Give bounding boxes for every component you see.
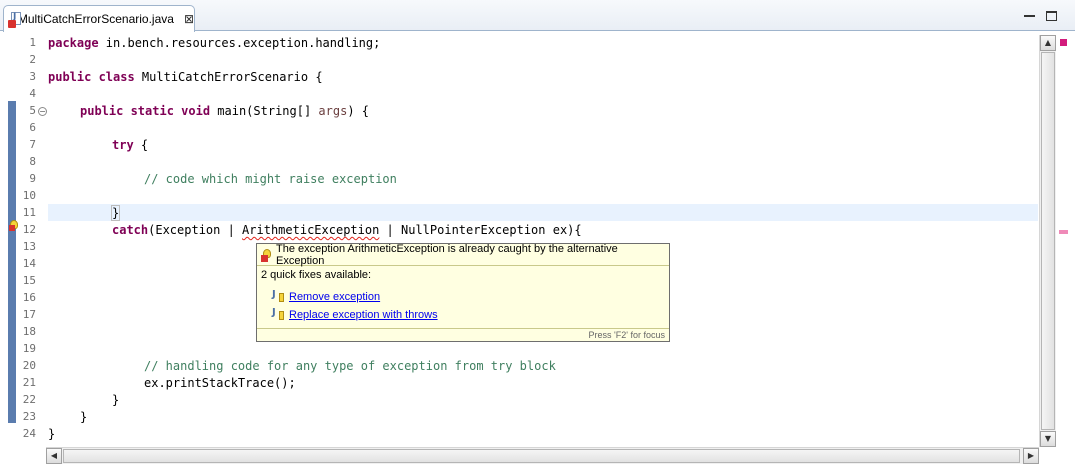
line-number: 11 bbox=[22, 206, 36, 219]
line-number: 10 bbox=[22, 189, 36, 202]
line-number: 6 bbox=[29, 121, 36, 134]
java-fix-icon: J bbox=[272, 289, 286, 304]
quick-fix-remove-exception[interactable]: J Remove exception bbox=[257, 288, 669, 306]
line-number: 22 bbox=[22, 393, 36, 406]
line-number: 21 bbox=[22, 376, 36, 389]
minimize-icon[interactable] bbox=[1024, 11, 1035, 17]
close-icon[interactable]: ⊠ bbox=[184, 13, 194, 25]
popup-header: The exception ArithmeticException is alr… bbox=[257, 242, 669, 267]
line-number: 24 bbox=[22, 427, 36, 440]
java-file-error-icon: J bbox=[8, 12, 21, 28]
editor-tab[interactable]: J MultiCatchErrorScenario.java ⊠ bbox=[3, 5, 195, 32]
error-message: The exception ArithmeticException is alr… bbox=[276, 242, 618, 267]
error-overview-marker[interactable] bbox=[1059, 230, 1068, 234]
line-number: 19 bbox=[22, 342, 36, 355]
line-number: 9 bbox=[29, 172, 36, 185]
text-caret bbox=[119, 205, 121, 219]
error-squiggle[interactable]: ArithmeticException bbox=[242, 223, 379, 237]
scroll-right-icon[interactable]: ▶ bbox=[1023, 448, 1039, 464]
code-line: } bbox=[80, 410, 88, 424]
line-number: 23 bbox=[22, 410, 36, 423]
line-number: 15 bbox=[22, 274, 36, 287]
scroll-up-icon[interactable]: ▲ bbox=[1040, 35, 1056, 51]
code-line: } bbox=[112, 393, 120, 407]
line-number: 18 bbox=[22, 325, 36, 338]
line-number: 13 bbox=[22, 240, 36, 253]
code-line-error: catch(Exception | ArithmeticException | … bbox=[112, 223, 582, 237]
popup-focus-hint: Press 'F2' for focus bbox=[257, 328, 669, 341]
line-number: 5 bbox=[29, 104, 36, 117]
tab-label: MultiCatchErrorScenario.java bbox=[17, 12, 174, 26]
horizontal-scrollbar[interactable]: ◀ ▶ bbox=[46, 447, 1039, 464]
line-number: 3 bbox=[29, 70, 36, 83]
line-number: 8 bbox=[29, 155, 36, 168]
quick-fix-count: 2 quick fixes available: bbox=[261, 269, 372, 281]
line-number: 7 bbox=[29, 138, 36, 151]
quick-fix-link[interactable]: Remove exception bbox=[289, 291, 380, 303]
error-summary-icon[interactable] bbox=[1060, 39, 1067, 46]
quick-diff-ruler bbox=[8, 101, 16, 423]
vertical-scrollbar[interactable]: ▲ ▼ bbox=[1039, 35, 1056, 447]
fold-collapse-icon[interactable]: − bbox=[38, 107, 47, 116]
code-editor[interactable]: 1 2 3 4 5 6 7 8 9 10 11 12 13 14 15 16 1… bbox=[0, 32, 1075, 472]
quick-fix-popup[interactable]: The exception ArithmeticException is alr… bbox=[256, 243, 670, 342]
line-number: 16 bbox=[22, 291, 36, 304]
quick-fix-replace-with-throws[interactable]: J Replace exception with throws bbox=[257, 306, 669, 324]
scroll-down-icon[interactable]: ▼ bbox=[1040, 431, 1056, 447]
code-line: public static void main(String[] args) { bbox=[80, 104, 370, 118]
line-number: 1 bbox=[29, 36, 36, 49]
horizontal-scroll-thumb[interactable] bbox=[63, 449, 1020, 463]
line-number: 4 bbox=[29, 87, 36, 100]
code-line: try { bbox=[112, 138, 149, 152]
line-number: 2 bbox=[29, 53, 36, 66]
line-number: 17 bbox=[22, 308, 36, 321]
error-bulb-icon bbox=[261, 248, 273, 262]
line-number: 12 bbox=[22, 223, 36, 236]
java-fix-icon: J bbox=[272, 307, 286, 322]
line-number: 14 bbox=[22, 257, 36, 270]
code-line: public class MultiCatchErrorScenario { bbox=[48, 70, 323, 84]
scroll-left-icon[interactable]: ◀ bbox=[46, 448, 62, 464]
editor-tab-bar: J MultiCatchErrorScenario.java ⊠ bbox=[0, 0, 1075, 32]
code-line: } bbox=[48, 427, 56, 441]
code-line: // code which might raise exception bbox=[144, 172, 397, 186]
quick-fix-link[interactable]: Replace exception with throws bbox=[289, 309, 438, 321]
maximize-icon[interactable] bbox=[1046, 11, 1057, 21]
line-number-gutter: 1 2 3 4 5 6 7 8 9 10 11 12 13 14 15 16 1… bbox=[18, 32, 47, 452]
code-line: } bbox=[110, 205, 121, 221]
vertical-scroll-thumb[interactable] bbox=[1041, 52, 1055, 430]
code-line: ex.printStackTrace(); bbox=[144, 376, 296, 390]
code-line: // handling code for any type of excepti… bbox=[144, 359, 556, 373]
overview-ruler bbox=[1058, 35, 1072, 447]
line-number: 20 bbox=[22, 359, 36, 372]
code-line: package in.bench.resources.exception.han… bbox=[48, 36, 381, 50]
